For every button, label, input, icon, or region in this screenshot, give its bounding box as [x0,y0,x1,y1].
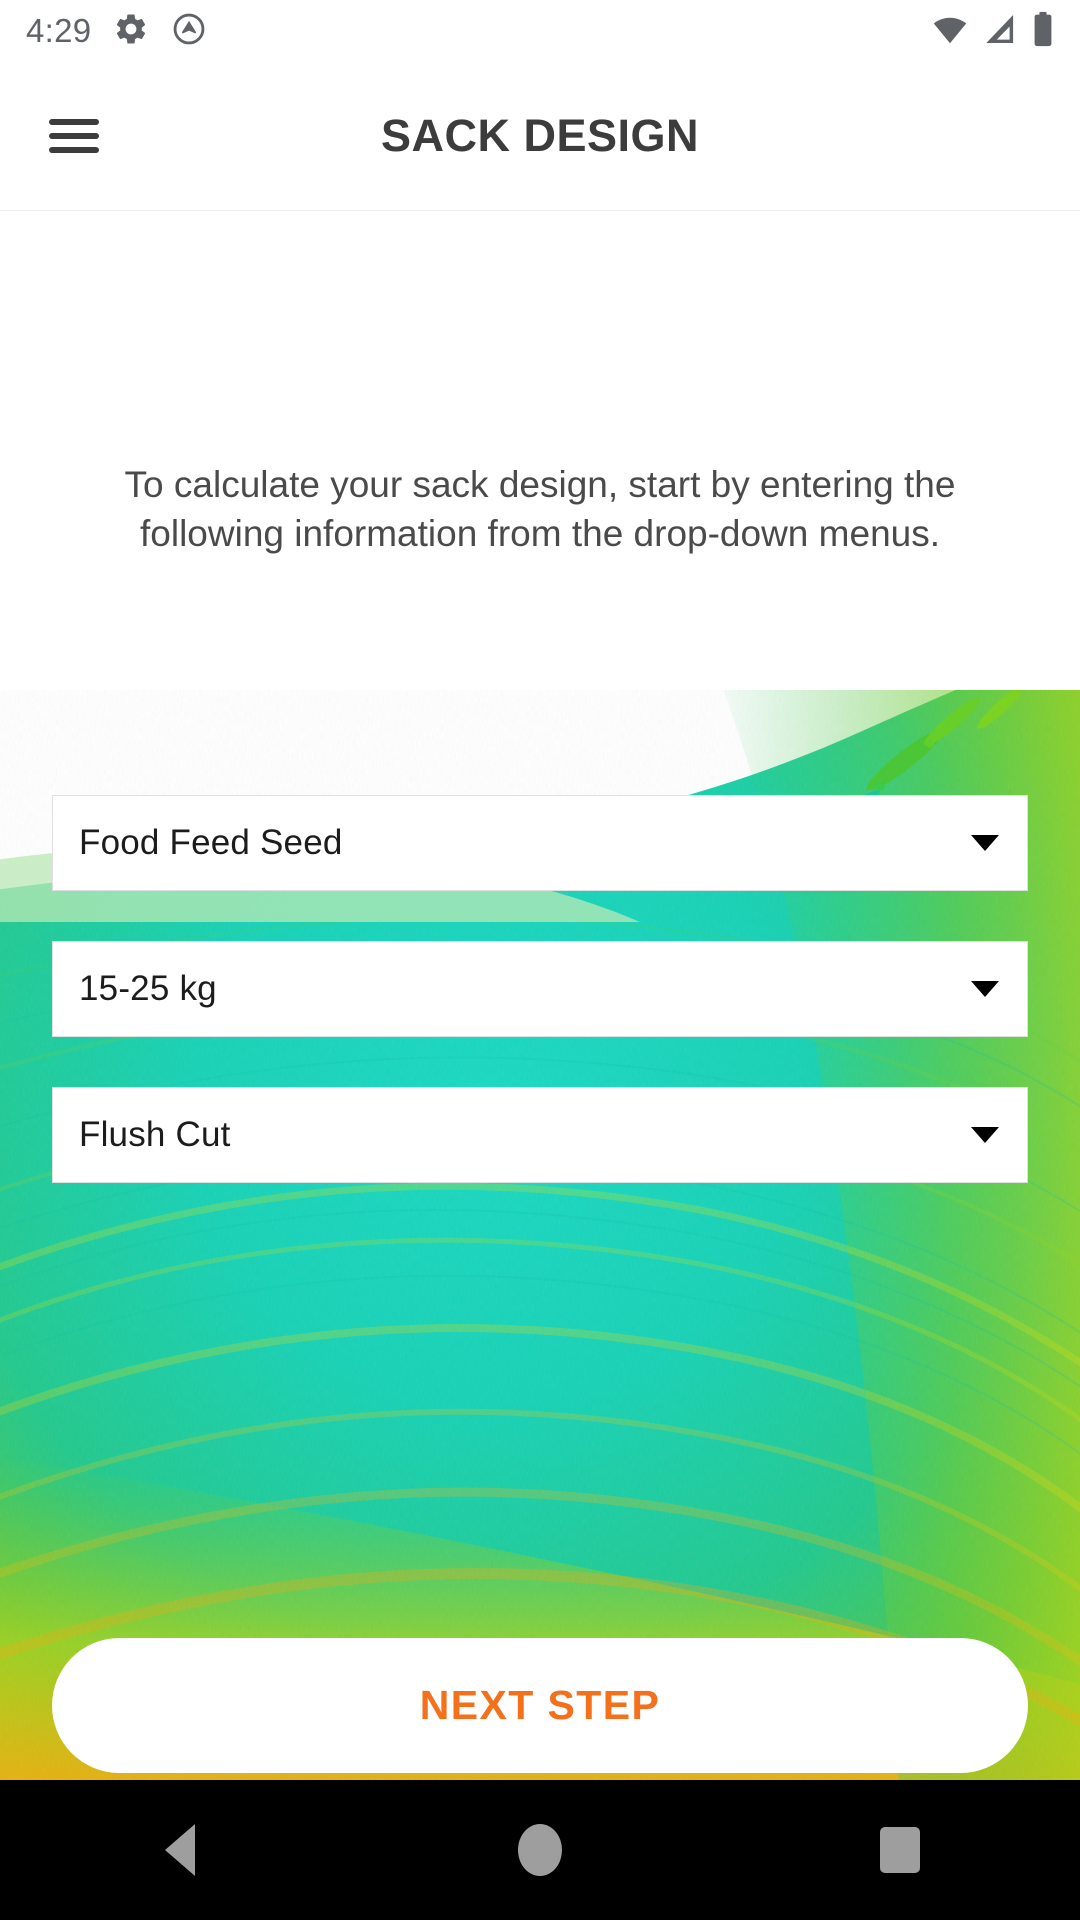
status-bar: 4:29 [0,0,1080,62]
status-bar-right [932,11,1080,52]
dropdown-group: Food Feed Seed 15-25 kg Flush Cut [0,795,1080,1233]
instruction-text: To calculate your sack design, start by … [124,464,956,555]
dropdown-product-type-value: Food Feed Seed [79,823,343,862]
android-nav-bar [0,1780,1080,1920]
home-circle-icon [518,1824,562,1876]
next-step-button[interactable]: NEXT STEP [52,1638,1028,1773]
app-bar: SACK DESIGN [0,62,1080,210]
battery-icon [1032,11,1054,52]
wifi-icon [932,14,968,49]
recents-square-icon [880,1827,920,1873]
phone-screen: 4:29 SACK DESIGN To calculate your sack … [0,0,1080,1920]
page-title: SACK DESIGN [380,110,700,161]
dropdown-cut-type[interactable]: Flush Cut [52,1087,1028,1183]
nav-recents-button[interactable] [810,1780,990,1920]
gear-icon [113,11,149,52]
main-content: To calculate your sack design, start by … [0,210,1080,558]
cta-container: NEXT STEP [0,1638,1080,1773]
cellular-signal-icon [982,13,1018,50]
status-bar-clock: 4:29 [26,12,92,49]
chevron-down-icon [971,835,999,851]
next-step-label: NEXT STEP [419,1682,661,1728]
nav-home-button[interactable] [450,1780,630,1920]
circled-arrow-icon [171,11,207,52]
status-bar-left: 4:29 [0,11,207,52]
back-triangle-icon [165,1824,195,1876]
dropdown-product-type[interactable]: Food Feed Seed [52,795,1028,891]
chevron-down-icon [971,1127,999,1143]
nav-back-button[interactable] [90,1780,270,1920]
dropdown-sack-weight-value: 15-25 kg [79,969,217,1008]
dropdown-sack-weight[interactable]: 15-25 kg [52,941,1028,1037]
dropdown-cut-type-value: Flush Cut [79,1115,231,1154]
chevron-down-icon [971,981,999,997]
